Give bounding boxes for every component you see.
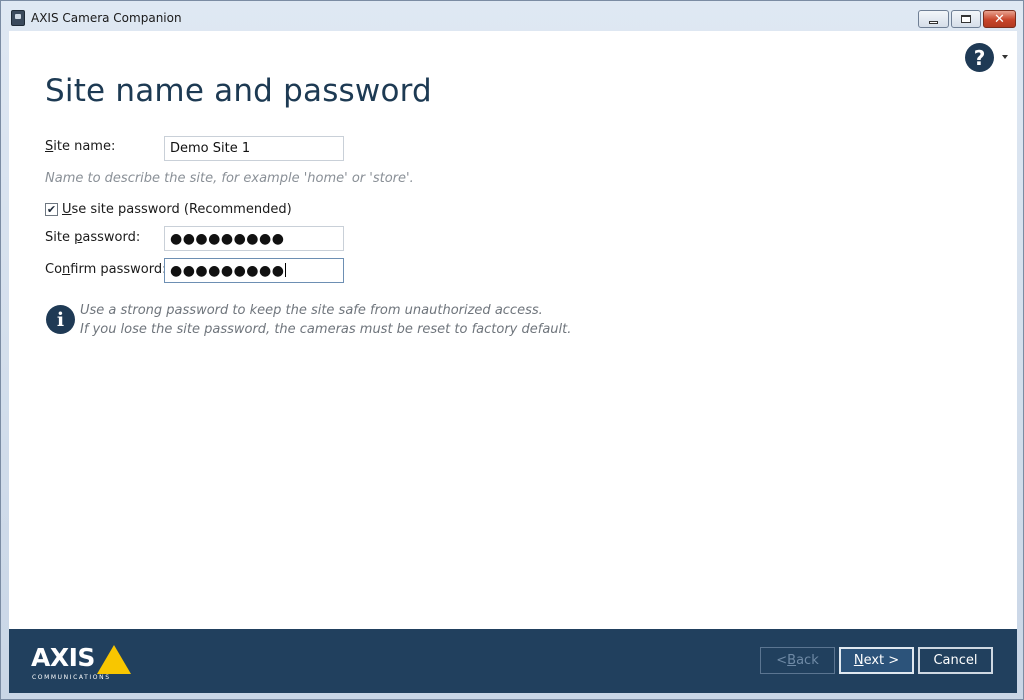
axis-logo: AXIS COMMUNICATIONS: [31, 643, 141, 683]
back-button[interactable]: < Back: [760, 647, 835, 674]
maximize-button[interactable]: [951, 10, 981, 28]
next-accel: N: [853, 653, 864, 668]
wizard-content: ? Site name and password Site name: Demo…: [9, 31, 1017, 629]
title-bar[interactable]: AXIS Camera Companion ✕: [1, 1, 1023, 31]
wizard-footer: AXIS COMMUNICATIONS < Back Next > Cancel: [9, 629, 1017, 693]
site-name-label: Site name:: [45, 139, 115, 154]
logo-triangle-icon: [97, 645, 131, 674]
maximize-icon: [961, 15, 971, 23]
site-name-label-text: ite name:: [53, 139, 116, 154]
site-password-value: ●●●●●●●●●: [170, 231, 285, 247]
use-password-label-text: se site password (Recommended): [71, 202, 292, 217]
back-accel: B: [787, 653, 797, 668]
help-icon[interactable]: ?: [965, 43, 994, 72]
minimize-icon: [929, 20, 938, 24]
camera-app-icon[interactable]: [11, 10, 25, 26]
site-password-input[interactable]: ●●●●●●●●●: [164, 226, 344, 251]
text-cursor: [285, 263, 287, 277]
close-icon: ✕: [994, 11, 1005, 27]
site-name-value: Demo Site 1: [170, 141, 251, 156]
info-text-line-1: Use a strong password to keep the site s…: [80, 303, 543, 318]
site-name-hint: Name to describe the site, for example '…: [45, 171, 414, 186]
site-password-label-pre: Site: [45, 230, 75, 245]
page-title: Site name and password: [45, 73, 432, 109]
cancel-button[interactable]: Cancel: [918, 647, 993, 674]
confirm-password-value: ●●●●●●●●●: [170, 263, 285, 279]
site-name-input[interactable]: Demo Site 1: [164, 136, 344, 161]
confirm-password-input[interactable]: ●●●●●●●●●: [164, 258, 344, 283]
info-text-line-2: If you lose the site password, the camer…: [80, 322, 572, 337]
use-password-accel: U: [62, 202, 72, 217]
next-button[interactable]: Next >: [839, 647, 914, 674]
info-icon: i: [46, 305, 75, 334]
logo-subtitle: COMMUNICATIONS: [32, 674, 111, 681]
site-password-label: Site password:: [45, 230, 140, 245]
minimize-button[interactable]: [918, 10, 949, 28]
use-site-password-checkbox[interactable]: ✔: [45, 203, 58, 216]
back-pre: <: [776, 653, 788, 668]
checkmark-icon: ✔: [46, 203, 57, 216]
application-window: AXIS Camera Companion ✕ ? Site name and …: [0, 0, 1024, 700]
confirm-password-label: Confirm password:: [45, 262, 166, 277]
confirm-password-label-text: firm password:: [70, 262, 167, 277]
back-rest: ack: [796, 653, 819, 668]
logo-wordmark: AXIS: [31, 643, 95, 672]
close-button[interactable]: ✕: [983, 10, 1016, 28]
use-site-password-label[interactable]: Use site password (Recommended): [62, 202, 292, 217]
window-title: AXIS Camera Companion: [31, 11, 182, 25]
help-dropdown-caret-icon[interactable]: [1002, 55, 1008, 59]
confirm-password-label-pre: Co: [45, 262, 63, 277]
next-rest: ext >: [863, 653, 900, 668]
site-password-label-text: assword:: [82, 230, 141, 245]
